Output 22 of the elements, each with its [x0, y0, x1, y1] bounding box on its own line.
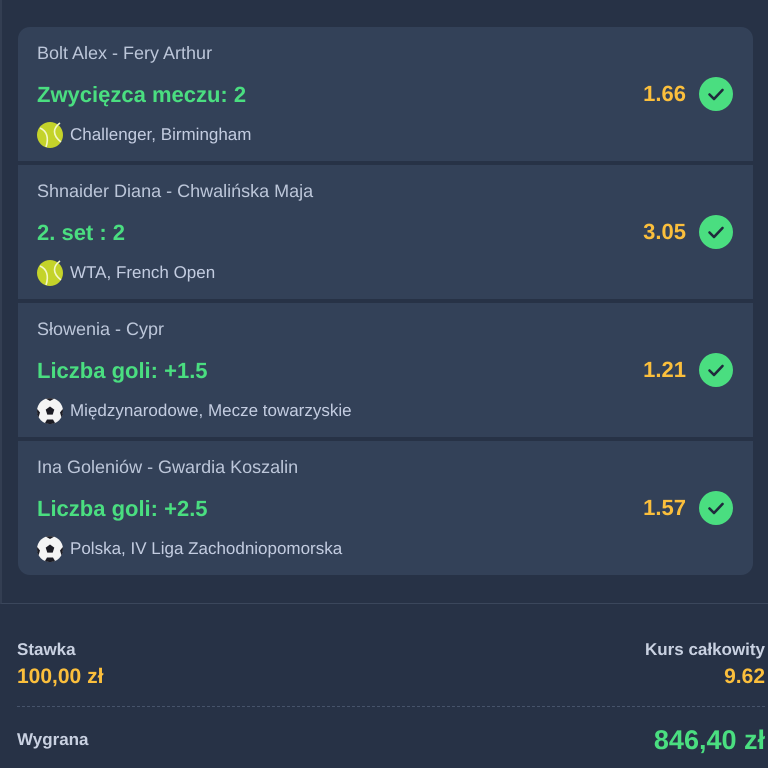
- match-title: Bolt Alex - Fery Arthur: [37, 42, 212, 65]
- match-title: Ina Goleniów - Gwardia Koszalin: [37, 456, 298, 479]
- league-name: Międzynarodowe, Mecze towarzyskie: [70, 400, 352, 422]
- league-name: Challenger, Birmingham: [70, 124, 252, 146]
- bet-selection: 2. set : 2: [37, 219, 126, 247]
- odds-value: 3.05: [643, 218, 686, 246]
- total-odds-value: 9.62: [724, 664, 765, 690]
- league-name: WTA, French Open: [70, 262, 216, 284]
- winnings-amount: 846,40 zł: [654, 724, 765, 757]
- odds-value: 1.66: [643, 80, 686, 108]
- odds-value: 1.57: [643, 494, 686, 522]
- winnings-label: Wygrana: [17, 729, 88, 751]
- bet-selection: Zwycięzca meczu: 2: [37, 81, 246, 109]
- bet-selection: Liczba goli: +1.5: [37, 357, 208, 385]
- match-title: Słowenia - Cypr: [37, 318, 164, 341]
- bet-selection: Liczba goli: +2.5: [37, 495, 208, 523]
- odds-value: 1.21: [643, 356, 686, 384]
- stake-amount: 100,00 zł: [17, 664, 104, 690]
- league-name: Polska, IV Liga Zachodniopomorska: [70, 538, 342, 560]
- stake-label: Stawka: [17, 639, 76, 661]
- total-odds-label: Kurs całkowity: [645, 639, 765, 661]
- match-title: Shnaider Diana - Chwalińska Maja: [37, 180, 314, 203]
